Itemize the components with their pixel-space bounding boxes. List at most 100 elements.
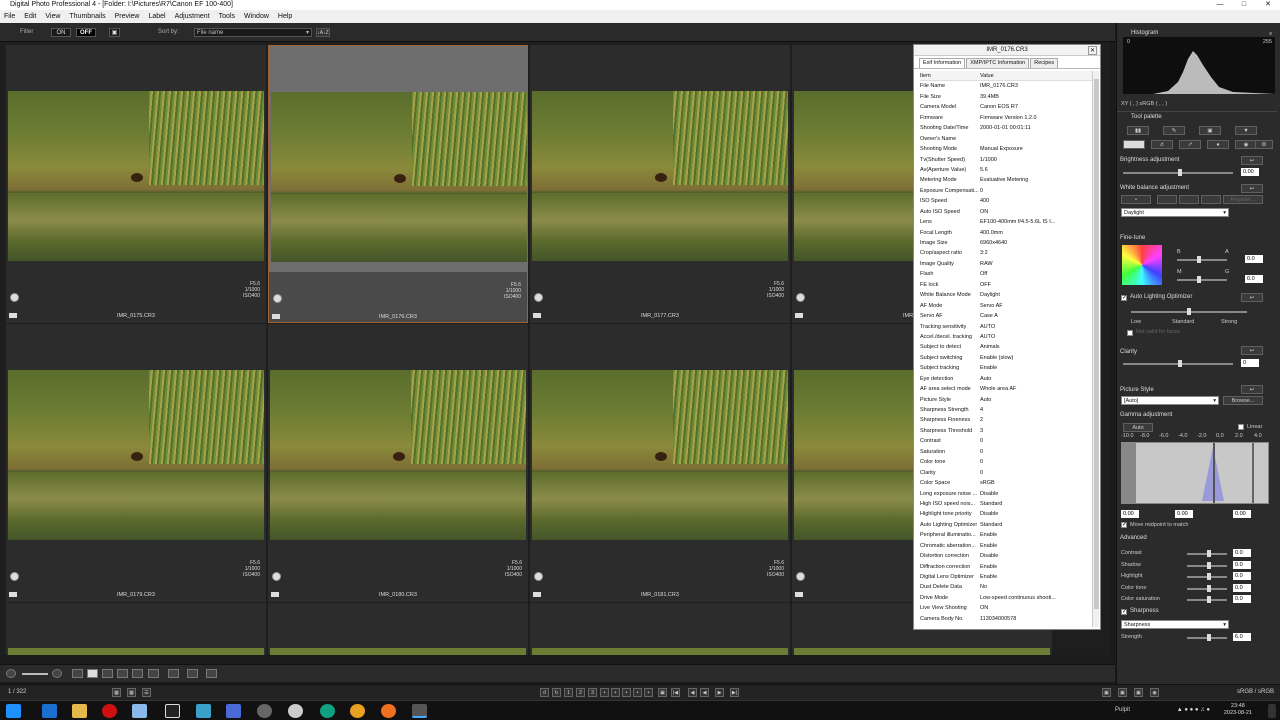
- rotate-right-icon[interactable]: ↻: [552, 688, 561, 697]
- first-image-icon[interactable]: |◀: [671, 688, 680, 697]
- menu-preview[interactable]: Preview: [115, 13, 140, 20]
- dpp-icon[interactable]: [412, 704, 427, 718]
- compare-icon[interactable]: [187, 669, 198, 678]
- clock[interactable]: 23:48 2023-08-21: [1224, 703, 1252, 717]
- finetune-mg-value[interactable]: 0.0: [1245, 275, 1263, 283]
- star-2-icon[interactable]: •: [611, 688, 620, 697]
- rotate-left-icon[interactable]: ↺: [540, 688, 549, 697]
- thumbnail-cell[interactable]: F5.6 1/1000 ISO400 IMR_0176.CR3: [268, 45, 528, 323]
- sharpness-mode-select[interactable]: Sharpness: [1121, 620, 1229, 629]
- lens-tab-icon[interactable]: ◉: [1235, 140, 1257, 149]
- save-icon[interactable]: [226, 704, 241, 718]
- panel-icon[interactable]: ▣: [1134, 688, 1143, 697]
- edit-window-icon[interactable]: [168, 669, 179, 678]
- opera-icon[interactable]: [102, 704, 117, 718]
- color-wheel[interactable]: [1122, 245, 1162, 285]
- thumbnail-cell[interactable]: F5.6 1/1000 ISO400 IMR_0179.CR3: [6, 324, 266, 602]
- thumbnail-size-slider[interactable]: [22, 673, 48, 675]
- edge-icon[interactable]: [42, 704, 57, 718]
- thumbnail-cell[interactable]: F5.6 1/1000 ISO400 IMR_0181.CR3: [530, 324, 790, 602]
- tab-xmp-iptc-information[interactable]: XMP/IPTC Information: [966, 58, 1030, 68]
- advanced-item-value[interactable]: 0.0: [1233, 583, 1251, 592]
- rating-2-icon[interactable]: 2: [576, 688, 585, 697]
- batman-icon[interactable]: [165, 704, 180, 718]
- view-options-icon[interactable]: [132, 669, 143, 678]
- filter-off-toggle[interactable]: OFF: [76, 28, 96, 37]
- advanced-item-value[interactable]: 0.0: [1233, 560, 1251, 569]
- advanced-item-slider[interactable]: [1187, 573, 1227, 580]
- item-column-header[interactable]: Item: [920, 71, 980, 80]
- advanced-item-slider[interactable]: [1187, 550, 1227, 557]
- rating-3-icon[interactable]: 3: [588, 688, 597, 697]
- finetune-ba-value[interactable]: 0.0: [1245, 255, 1263, 263]
- fit-icon[interactable]: ▣: [658, 688, 667, 697]
- last-image-icon[interactable]: ▶|: [730, 688, 739, 697]
- filter-on-toggle[interactable]: ON: [51, 28, 71, 37]
- exif-scrollbar[interactable]: [1092, 71, 1099, 627]
- menu-thumbnails[interactable]: Thumbnails: [69, 13, 105, 20]
- advanced-item-value[interactable]: 0.0: [1233, 572, 1251, 580]
- tab-exif-information[interactable]: Exif Information: [919, 58, 966, 68]
- thumbnail-image[interactable]: [8, 91, 264, 261]
- wb-register-button[interactable]: Register...: [1223, 195, 1263, 204]
- folder-icon[interactable]: [72, 704, 87, 718]
- thumbnail-cell-partial[interactable]: [530, 603, 790, 655]
- notepad-icon[interactable]: [132, 704, 147, 718]
- minimize-button[interactable]: —: [1208, 0, 1232, 10]
- star-1-icon[interactable]: •: [600, 688, 609, 697]
- system-tray[interactable]: ▲ ● ● ● ♫ ●: [1177, 707, 1210, 713]
- advanced-item-value[interactable]: 0.0: [1233, 549, 1251, 557]
- brightness-tab-icon[interactable]: [1123, 140, 1145, 149]
- advanced-item-slider[interactable]: [1187, 561, 1227, 569]
- prev-icon[interactable]: ◀: [688, 688, 697, 697]
- curve-tab-icon[interactable]: ↗: [1179, 140, 1201, 149]
- app-icon[interactable]: [196, 704, 211, 718]
- menu-tools[interactable]: Tools: [219, 13, 235, 20]
- wb-preset-3[interactable]: [1201, 195, 1221, 204]
- exif-scrollbar-thumb[interactable]: [1094, 79, 1099, 609]
- menu-label[interactable]: Label: [148, 13, 165, 20]
- brightness-value[interactable]: 0.00: [1241, 168, 1259, 176]
- midpoint-checkbox[interactable]: [1121, 521, 1127, 528]
- gamma-auto-button[interactable]: Auto: [1123, 423, 1153, 432]
- tab-recipes[interactable]: Recipes: [1030, 58, 1059, 68]
- next-image-icon[interactable]: ▶: [715, 688, 724, 697]
- wb-preset-1[interactable]: [1157, 195, 1177, 204]
- strength-value[interactable]: 6.0: [1233, 633, 1251, 641]
- star-3-icon[interactable]: •: [622, 688, 631, 697]
- preview-icon[interactable]: [148, 669, 159, 678]
- eagle-icon[interactable]: [288, 704, 303, 718]
- list-view-icon[interactable]: [117, 669, 128, 678]
- wb-preset-select[interactable]: Daylight: [1121, 208, 1229, 217]
- maximize-button[interactable]: □: [1232, 0, 1256, 10]
- thumbnail-image[interactable]: [271, 92, 527, 262]
- camera-app-icon[interactable]: [257, 704, 272, 718]
- alo-checkbox[interactable]: [1121, 294, 1127, 301]
- basic-adjust-tab[interactable]: ▮▮: [1127, 126, 1149, 135]
- settings-tab-icon[interactable]: ⚙: [1255, 140, 1273, 149]
- gamma-right-value[interactable]: 0.00: [1233, 510, 1251, 518]
- grid-view-icon[interactable]: ▦: [127, 688, 136, 697]
- menu-file[interactable]: File: [4, 13, 15, 20]
- picture-style-reset-button[interactable]: ↩: [1241, 385, 1263, 394]
- zoom-out-icon[interactable]: [6, 669, 16, 678]
- eyedropper-icon[interactable]: ∘: [1121, 195, 1151, 204]
- star-4-icon[interactable]: •: [633, 688, 642, 697]
- sort-select[interactable]: File name: [194, 28, 312, 37]
- large-thumb-icon[interactable]: [72, 669, 83, 678]
- finetune-ba-slider[interactable]: [1177, 256, 1227, 263]
- prev-image-icon[interactable]: ◀: [700, 688, 709, 697]
- firefox-icon[interactable]: [381, 704, 396, 718]
- thumbnail-cell-partial[interactable]: [268, 603, 528, 655]
- advanced-item-value[interactable]: 0.0: [1233, 595, 1251, 603]
- sort-direction-button[interactable]: ↓A↓Z: [316, 28, 330, 37]
- small-thumb-icon[interactable]: [102, 669, 113, 678]
- list-mode-icon[interactable]: ☰: [142, 688, 151, 697]
- pulpit-label[interactable]: Pulpit: [1115, 707, 1130, 713]
- stamp-tab[interactable]: ▼: [1235, 126, 1257, 135]
- gamma-graph[interactable]: [1121, 442, 1269, 504]
- menu-edit[interactable]: Edit: [24, 13, 36, 20]
- window-icon[interactable]: ▣: [1118, 688, 1127, 697]
- star-5-icon[interactable]: •: [644, 688, 653, 697]
- strength-slider[interactable]: [1187, 634, 1227, 641]
